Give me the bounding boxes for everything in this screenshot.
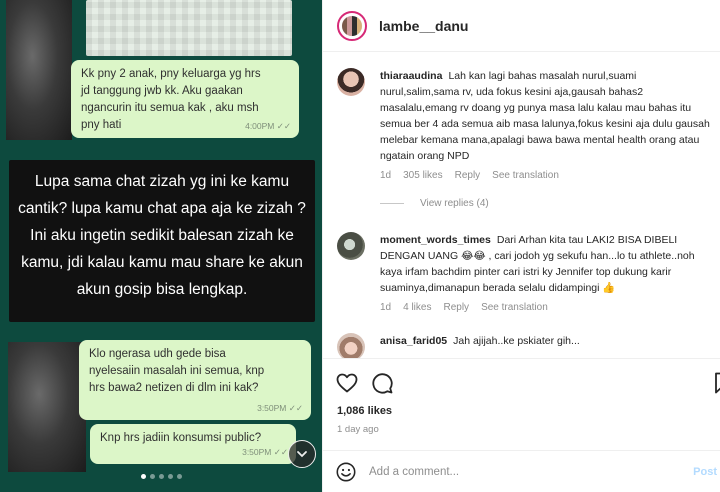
story-caption: Lupa sama chat zizah yg ini ke kamu cant…	[9, 160, 315, 322]
comment-icon[interactable]	[370, 371, 394, 395]
comment: moment_words_times Dari Arhan kita tau LA…	[337, 232, 717, 313]
see-translation-link[interactable]: See translation	[492, 170, 559, 181]
comment-body: anisa_farid05 Jah ajijah..ke pskiater gih…	[380, 333, 717, 349]
chat-bubble-text: Klo ngerasa udh gede bisa nyelesaiin mas…	[89, 348, 265, 394]
comment: anisa_farid05 Jah ajijah..ke pskiater gih…	[337, 333, 717, 358]
comment-username[interactable]: moment_words_times	[380, 234, 491, 246]
comment-likes[interactable]: 4 likes	[403, 302, 431, 313]
emoji-icon[interactable]	[335, 461, 357, 483]
chat-bubble: Klo ngerasa udh gede bisa nyelesaiin mas…	[79, 340, 311, 420]
carousel-dot	[167, 474, 173, 479]
view-replies-button[interactable]: View replies (4)	[380, 198, 489, 209]
carousel-indicator	[0, 474, 322, 479]
comment: thiaraaudina Lah kan lagi bahas masalah n…	[337, 68, 717, 181]
post-sidebar: lambe__danu thiaraaudina Lah kan lagi bah…	[322, 0, 720, 492]
carousel-dot	[158, 474, 164, 479]
chat-bubble: Knp hrs jadiin konsumsi public? 3:50PM ✓…	[90, 424, 296, 464]
comment-age[interactable]: 1d	[380, 302, 391, 313]
carousel-dot	[140, 474, 146, 479]
divider-line	[380, 203, 404, 204]
blurred-photo-bottom	[8, 342, 86, 472]
post-comment-button[interactable]: Post	[693, 466, 717, 478]
heart-icon[interactable]	[335, 371, 359, 395]
comment-meta: 1d 4 likes Reply See translation	[380, 302, 717, 313]
comment-age[interactable]: 1d	[380, 170, 391, 181]
bookmark-icon[interactable]	[711, 371, 720, 395]
comments-list[interactable]: thiaraaudina Lah kan lagi bahas masalah n…	[323, 53, 720, 358]
comment-text: Lah kan lagi bahas masalah nurul,suami n…	[380, 70, 710, 162]
blurred-photo-top	[6, 0, 72, 140]
chat-bubble-time: 4:00PM ✓✓	[245, 121, 291, 131]
action-bar	[323, 358, 720, 408]
post-media[interactable]: Kk pny 2 anak, pny keluarga yg hrs jd ta…	[0, 0, 322, 492]
censored-message	[86, 0, 292, 56]
reply-button[interactable]: Reply	[443, 302, 469, 313]
reply-button[interactable]: Reply	[455, 170, 481, 181]
see-translation-link[interactable]: See translation	[481, 302, 548, 313]
carousel-dot	[149, 474, 155, 479]
comment-likes[interactable]: 305 likes	[403, 170, 442, 181]
chevron-down-icon[interactable]	[288, 440, 316, 468]
owner-avatar[interactable]	[337, 10, 367, 41]
chat-bubble: Kk pny 2 anak, pny keluarga yg hrs jd ta…	[71, 60, 299, 138]
comment-username[interactable]: thiaraaudina	[380, 70, 442, 82]
post-date[interactable]: 1 day ago	[337, 424, 379, 435]
carousel-dot	[176, 474, 182, 479]
post-header: lambe__danu	[323, 0, 720, 52]
comment-input[interactable]	[369, 465, 669, 478]
likes-count[interactable]: 1,086 likes	[337, 405, 392, 417]
avatar[interactable]	[337, 333, 365, 358]
chat-bubble-time: 3:50PM ✓✓	[242, 447, 288, 457]
comment-username[interactable]: anisa_farid05	[380, 335, 447, 347]
owner-username[interactable]: lambe__danu	[379, 18, 468, 34]
comment-body: thiaraaudina Lah kan lagi bahas masalah n…	[380, 68, 717, 164]
comment-body: moment_words_times Dari Arhan kita tau LA…	[380, 232, 717, 296]
comment-text: Jah ajijah..ke pskiater gih...	[453, 335, 580, 347]
avatar[interactable]	[337, 68, 365, 96]
chat-bubble-time: 3:50PM ✓✓	[257, 403, 303, 413]
comment-composer: Post	[323, 450, 720, 492]
comment-meta: 1d 305 likes Reply See translation	[380, 170, 717, 181]
view-replies-label: View replies (4)	[420, 198, 489, 209]
avatar[interactable]	[337, 232, 365, 260]
